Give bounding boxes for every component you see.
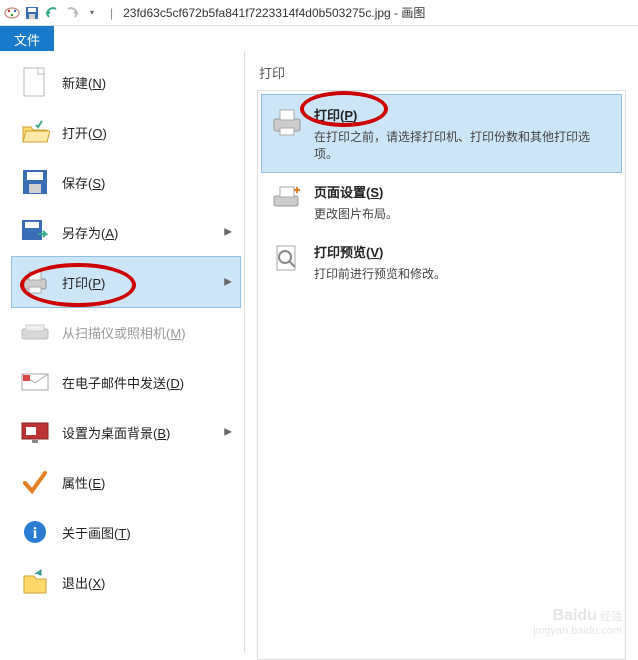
magnifier-icon — [270, 242, 304, 276]
floppy-icon — [18, 165, 52, 199]
exit-icon — [18, 565, 52, 599]
window-title: 23fd63c5cf672b5fa841f7223314f4d0b503275c… — [123, 4, 425, 21]
printer-icon — [18, 265, 52, 299]
save-icon[interactable] — [24, 5, 40, 21]
submenu-page-setup[interactable]: 页面设置(S) 更改图片布局。 — [262, 172, 621, 232]
titlebar: ▾ | 23fd63c5cf672b5fa841f7223314f4d0b503… — [0, 0, 638, 26]
info-icon: i — [18, 515, 52, 549]
qat-dropdown-icon[interactable]: ▾ — [84, 5, 100, 21]
checkmark-icon — [18, 465, 52, 499]
svg-text:i: i — [33, 525, 38, 542]
file-menu: 新建(N) 打开(O) 保存(S) 另存为(A) ▶ 打印(P) ▶ 从扫描仪或… — [0, 51, 245, 653]
submenu-title: 打印 — [259, 63, 626, 82]
folder-open-icon — [18, 115, 52, 149]
submenu-print-preview[interactable]: 打印预览(V) 打印前进行预览和修改。 — [262, 232, 621, 292]
document-icon — [18, 65, 52, 99]
menu-desktop-bg[interactable]: 设置为桌面背景(B) ▶ — [12, 407, 240, 457]
ribbon-tabs: 文件 — [0, 26, 638, 51]
menu-properties[interactable]: 属性(E) — [12, 457, 240, 507]
menu-saveas[interactable]: 另存为(A) ▶ — [12, 207, 240, 257]
desktop-icon — [18, 415, 52, 449]
printer-icon — [270, 105, 304, 139]
chevron-right-icon: ▶ — [224, 277, 232, 288]
floppy-arrow-icon — [18, 215, 52, 249]
menu-save[interactable]: 保存(S) — [12, 157, 240, 207]
menu-scanner[interactable]: 从扫描仪或照相机(M) — [12, 307, 240, 357]
watermark: Baidu 经验jingyan.baidu.com — [533, 606, 622, 638]
tab-file[interactable]: 文件 — [0, 26, 54, 51]
envelope-icon — [18, 365, 52, 399]
scanner-icon — [18, 315, 52, 349]
menu-new[interactable]: 新建(N) — [12, 57, 240, 107]
redo-icon[interactable] — [64, 5, 80, 21]
menu-print[interactable]: 打印(P) ▶ — [12, 257, 240, 307]
app-icon[interactable] — [4, 5, 20, 21]
chevron-right-icon: ▶ — [224, 227, 232, 238]
menu-open[interactable]: 打开(O) — [12, 107, 240, 157]
menu-exit[interactable]: 退出(X) — [12, 557, 240, 607]
chevron-right-icon: ▶ — [224, 427, 232, 438]
menu-email[interactable]: 在电子邮件中发送(D) — [12, 357, 240, 407]
page-setup-icon — [270, 182, 304, 216]
menu-about[interactable]: i 关于画图(T) — [12, 507, 240, 557]
print-submenu-panel: 打印 打印(P) 在打印之前，请选择打印机、打印份数和其他打印选项。 页面设置(… — [245, 51, 638, 653]
undo-icon[interactable] — [44, 5, 60, 21]
submenu-print[interactable]: 打印(P) 在打印之前，请选择打印机、打印份数和其他打印选项。 — [262, 95, 621, 172]
